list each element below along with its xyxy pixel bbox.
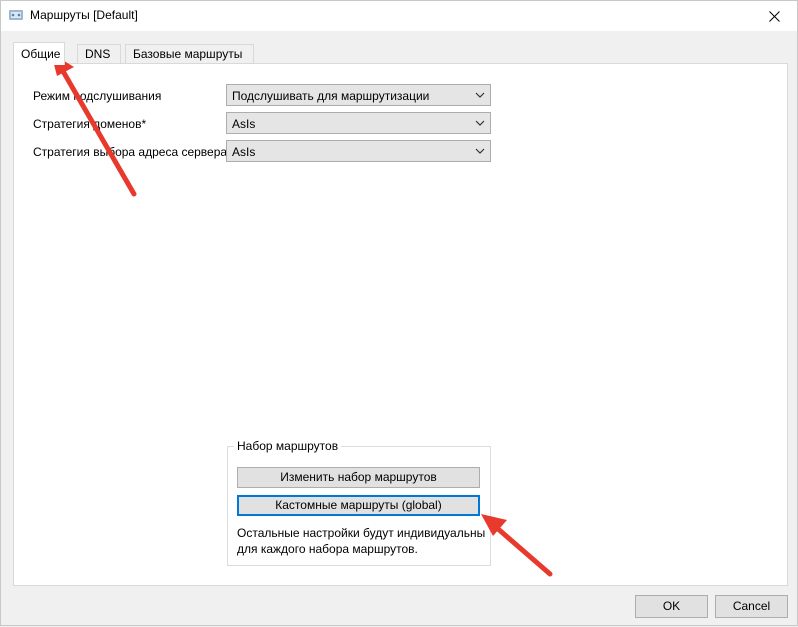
tab-base-routes[interactable]: Базовые маршруты xyxy=(125,44,254,64)
routeset-note: Остальные настройки будут индивидуальны … xyxy=(237,526,486,556)
routes-dialog: Маршруты [Default] Общие DNS Базовые мар… xyxy=(0,0,798,626)
domain-strategy-label: Стратегия доменов* xyxy=(33,117,147,131)
title-bar: Маршруты [Default] xyxy=(1,1,797,31)
cancel-button[interactable]: Cancel xyxy=(715,595,788,618)
server-address-strategy-select[interactable]: AsIs xyxy=(226,140,491,162)
change-routeset-button[interactable]: Изменить набор маршрутов xyxy=(237,467,480,488)
general-tab-panel: Режим подслушивания Подслушивать для мар… xyxy=(13,63,788,586)
tab-dns[interactable]: DNS xyxy=(77,44,121,64)
app-icon xyxy=(9,10,23,20)
tab-general[interactable]: Общие xyxy=(13,42,65,65)
server-address-strategy-value: AsIs xyxy=(232,145,256,159)
close-icon xyxy=(768,10,780,22)
domain-strategy-value: AsIs xyxy=(232,117,256,131)
sniffing-mode-value: Подслушивать для маршрутизации xyxy=(232,89,430,103)
custom-routes-button[interactable]: Кастомные маршруты (global) xyxy=(237,495,480,516)
chevron-down-icon xyxy=(475,148,485,154)
close-button[interactable] xyxy=(751,1,797,31)
ok-button[interactable]: OK xyxy=(635,595,708,618)
server-address-strategy-label: Стратегия выбора адреса сервера xyxy=(33,145,228,159)
chevron-down-icon xyxy=(475,120,485,126)
routeset-group: Набор маршрутов Изменить набор маршрутов… xyxy=(227,439,491,566)
domain-strategy-select[interactable]: AsIs xyxy=(226,112,491,134)
routeset-group-title: Набор маршрутов xyxy=(234,439,342,453)
sniffing-mode-select[interactable]: Подслушивать для маршрутизации xyxy=(226,84,491,106)
chevron-down-icon xyxy=(475,92,485,98)
window-title: Маршруты [Default] xyxy=(30,8,138,22)
sniffing-mode-label: Режим подслушивания xyxy=(33,89,162,103)
